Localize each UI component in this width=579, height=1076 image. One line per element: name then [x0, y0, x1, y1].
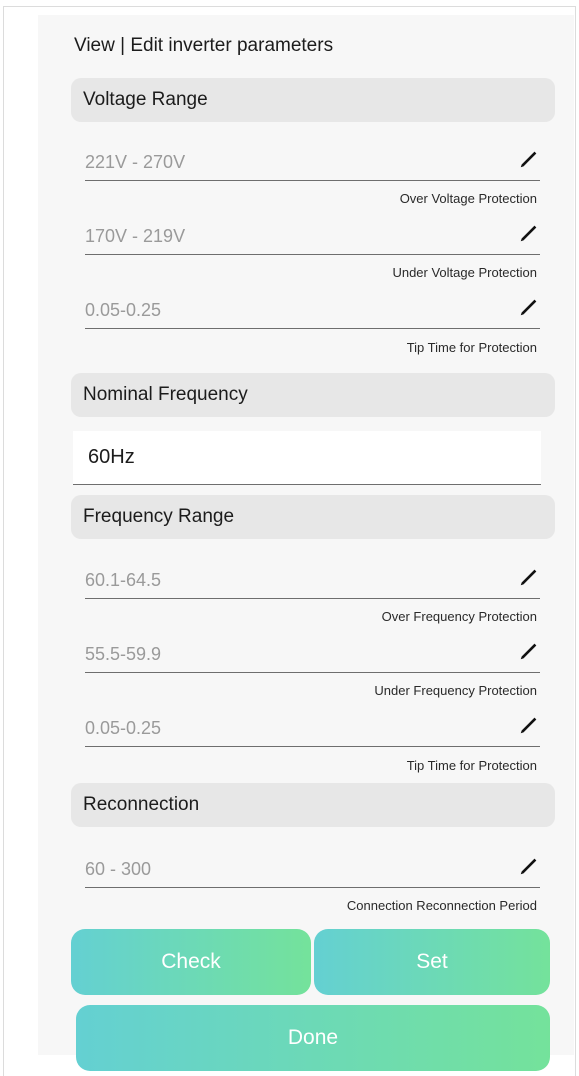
- under-frequency-field[interactable]: 55.5-59.9: [85, 632, 540, 673]
- field-caption: Connection Reconnection Period: [346, 898, 537, 913]
- field-value: 60.1-64.5: [85, 570, 162, 590]
- pencil-icon[interactable]: [518, 714, 540, 736]
- parameters-panel: View | Edit inverter parameters Voltage …: [38, 15, 574, 1071]
- field-caption: Under Frequency Protection: [374, 683, 537, 698]
- under-voltage-field[interactable]: 170V - 219V: [85, 214, 540, 255]
- field-value: 55.5-59.9: [85, 644, 162, 664]
- pencil-icon[interactable]: [518, 640, 540, 662]
- field-value: 60 - 300: [85, 859, 152, 879]
- section-header-nominal-frequency: Nominal Frequency: [71, 373, 555, 417]
- field-value: 170V - 219V: [85, 226, 186, 246]
- over-frequency-field[interactable]: 60.1-64.5: [85, 558, 540, 599]
- pencil-icon[interactable]: [518, 855, 540, 877]
- nominal-frequency-select[interactable]: 60Hz: [73, 431, 541, 485]
- set-button[interactable]: Set: [314, 929, 550, 995]
- over-voltage-field[interactable]: 221V - 270V: [85, 140, 540, 181]
- field-caption: Over Frequency Protection: [381, 609, 537, 624]
- nominal-frequency-value: 60Hz: [88, 446, 135, 468]
- field-value: 0.05-0.25: [85, 300, 162, 320]
- field-caption: Under Voltage Protection: [392, 265, 537, 280]
- check-button[interactable]: Check: [71, 929, 311, 995]
- section-title: Frequency Range: [83, 506, 235, 527]
- section-title: Reconnection: [83, 794, 200, 815]
- pencil-icon[interactable]: [518, 566, 540, 588]
- section-title: Voltage Range: [83, 89, 208, 110]
- field-caption: Tip Time for Protection: [406, 758, 537, 773]
- done-button[interactable]: Done: [76, 1005, 550, 1071]
- section-header-frequency-range: Frequency Range: [71, 495, 555, 539]
- section-title: Nominal Frequency: [83, 384, 248, 405]
- pencil-icon[interactable]: [518, 296, 540, 318]
- field-caption: Tip Time for Protection: [406, 340, 537, 355]
- pencil-icon[interactable]: [518, 222, 540, 244]
- field-caption: Over Voltage Protection: [399, 191, 537, 206]
- field-value: 0.05-0.25: [85, 718, 162, 738]
- voltage-trip-time-field[interactable]: 0.05-0.25: [85, 288, 540, 329]
- window-frame: View | Edit inverter parameters Voltage …: [3, 6, 576, 1076]
- field-value: 221V - 270V: [85, 152, 186, 172]
- section-header-voltage-range: Voltage Range: [71, 78, 555, 122]
- pencil-icon[interactable]: [518, 148, 540, 170]
- frequency-trip-time-field[interactable]: 0.05-0.25: [85, 706, 540, 747]
- reconnection-period-field[interactable]: 60 - 300: [85, 847, 540, 888]
- page-title: View | Edit inverter parameters: [74, 35, 334, 56]
- section-header-reconnection: Reconnection: [71, 783, 555, 827]
